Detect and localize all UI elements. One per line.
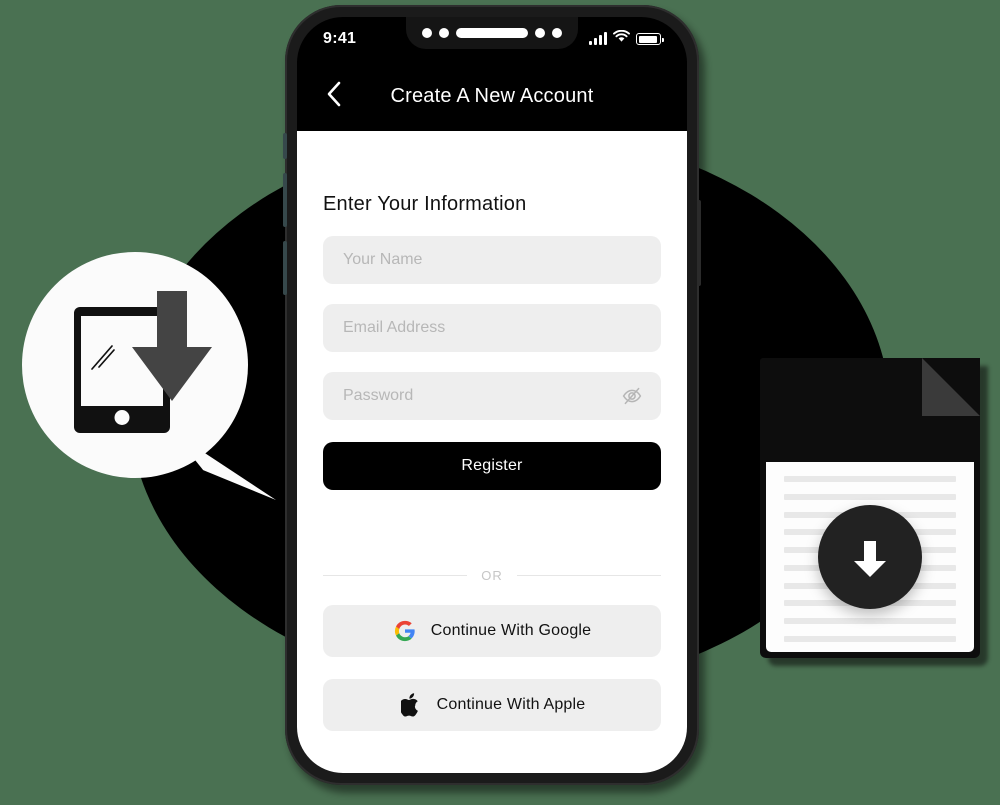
- phone-frame: 9:41 Create A New Account Enter Your Inf…: [283, 5, 701, 785]
- power-button[interactable]: [697, 200, 701, 286]
- chevron-left-icon: [326, 81, 342, 112]
- name-field[interactable]: [323, 236, 661, 284]
- document-line: [784, 476, 956, 482]
- continue-with-google-label: Continue With Google: [430, 622, 592, 639]
- sensor-dot-icon: [439, 28, 449, 38]
- page-title: Create A New Account: [390, 84, 594, 107]
- back-button[interactable]: [319, 81, 349, 111]
- google-icon: [393, 619, 417, 643]
- tablet-home-button-icon: [114, 410, 130, 425]
- speech-bubble-graphic: [22, 252, 276, 500]
- register-button[interactable]: Register: [323, 442, 661, 490]
- download-badge-icon: [818, 505, 922, 609]
- phone-screen: 9:41 Create A New Account Enter Your Inf…: [297, 17, 687, 773]
- section-title: Enter Your Information: [323, 193, 527, 215]
- password-input[interactable]: [341, 386, 643, 406]
- status-icons: [589, 29, 664, 48]
- password-field[interactable]: [323, 372, 661, 420]
- wifi-icon: [613, 29, 630, 48]
- document-line: [784, 618, 956, 625]
- sensor-dot-icon: [535, 28, 545, 38]
- front-camera-icon: [552, 28, 562, 38]
- silent-switch-button[interactable]: [283, 133, 287, 159]
- divider-line-left: [323, 575, 468, 576]
- continue-with-google-button[interactable]: Continue With Google: [323, 605, 661, 657]
- phone-mockup: 9:41 Create A New Account Enter Your Inf…: [283, 5, 709, 793]
- divider-line-right: [516, 575, 661, 576]
- eye-off-icon[interactable]: [621, 385, 643, 407]
- continue-with-apple-label: Continue With Apple: [436, 696, 586, 713]
- screen-glare-icon: [88, 341, 122, 380]
- document-page: [766, 462, 974, 652]
- or-divider: OR: [323, 568, 661, 583]
- download-arrow-icon: [128, 289, 216, 410]
- volume-down-button[interactable]: [283, 241, 287, 295]
- signup-form: Enter Your Information Your Name Email A…: [297, 131, 687, 773]
- app-header: Create A New Account: [297, 61, 687, 131]
- apple-icon: [399, 693, 423, 717]
- speaker-pill-icon: [456, 28, 528, 38]
- front-camera-icon: [422, 28, 432, 38]
- divider-label: OR: [481, 568, 503, 583]
- email-field[interactable]: [323, 304, 661, 352]
- document-download-graphic: [760, 358, 988, 666]
- cellular-signal-icon: [589, 32, 607, 45]
- battery-icon: [636, 33, 664, 45]
- email-input[interactable]: [341, 318, 643, 338]
- name-input[interactable]: [341, 250, 643, 270]
- status-time: 9:41: [323, 30, 357, 47]
- volume-up-button[interactable]: [283, 173, 287, 227]
- continue-with-apple-button[interactable]: Continue With Apple: [323, 679, 661, 731]
- scene: 9:41 Create A New Account Enter Your Inf…: [0, 0, 1000, 805]
- document-line: [784, 635, 956, 642]
- phone-notch: [406, 17, 578, 49]
- document-line: [784, 493, 956, 500]
- document-fold-corner: [922, 358, 980, 416]
